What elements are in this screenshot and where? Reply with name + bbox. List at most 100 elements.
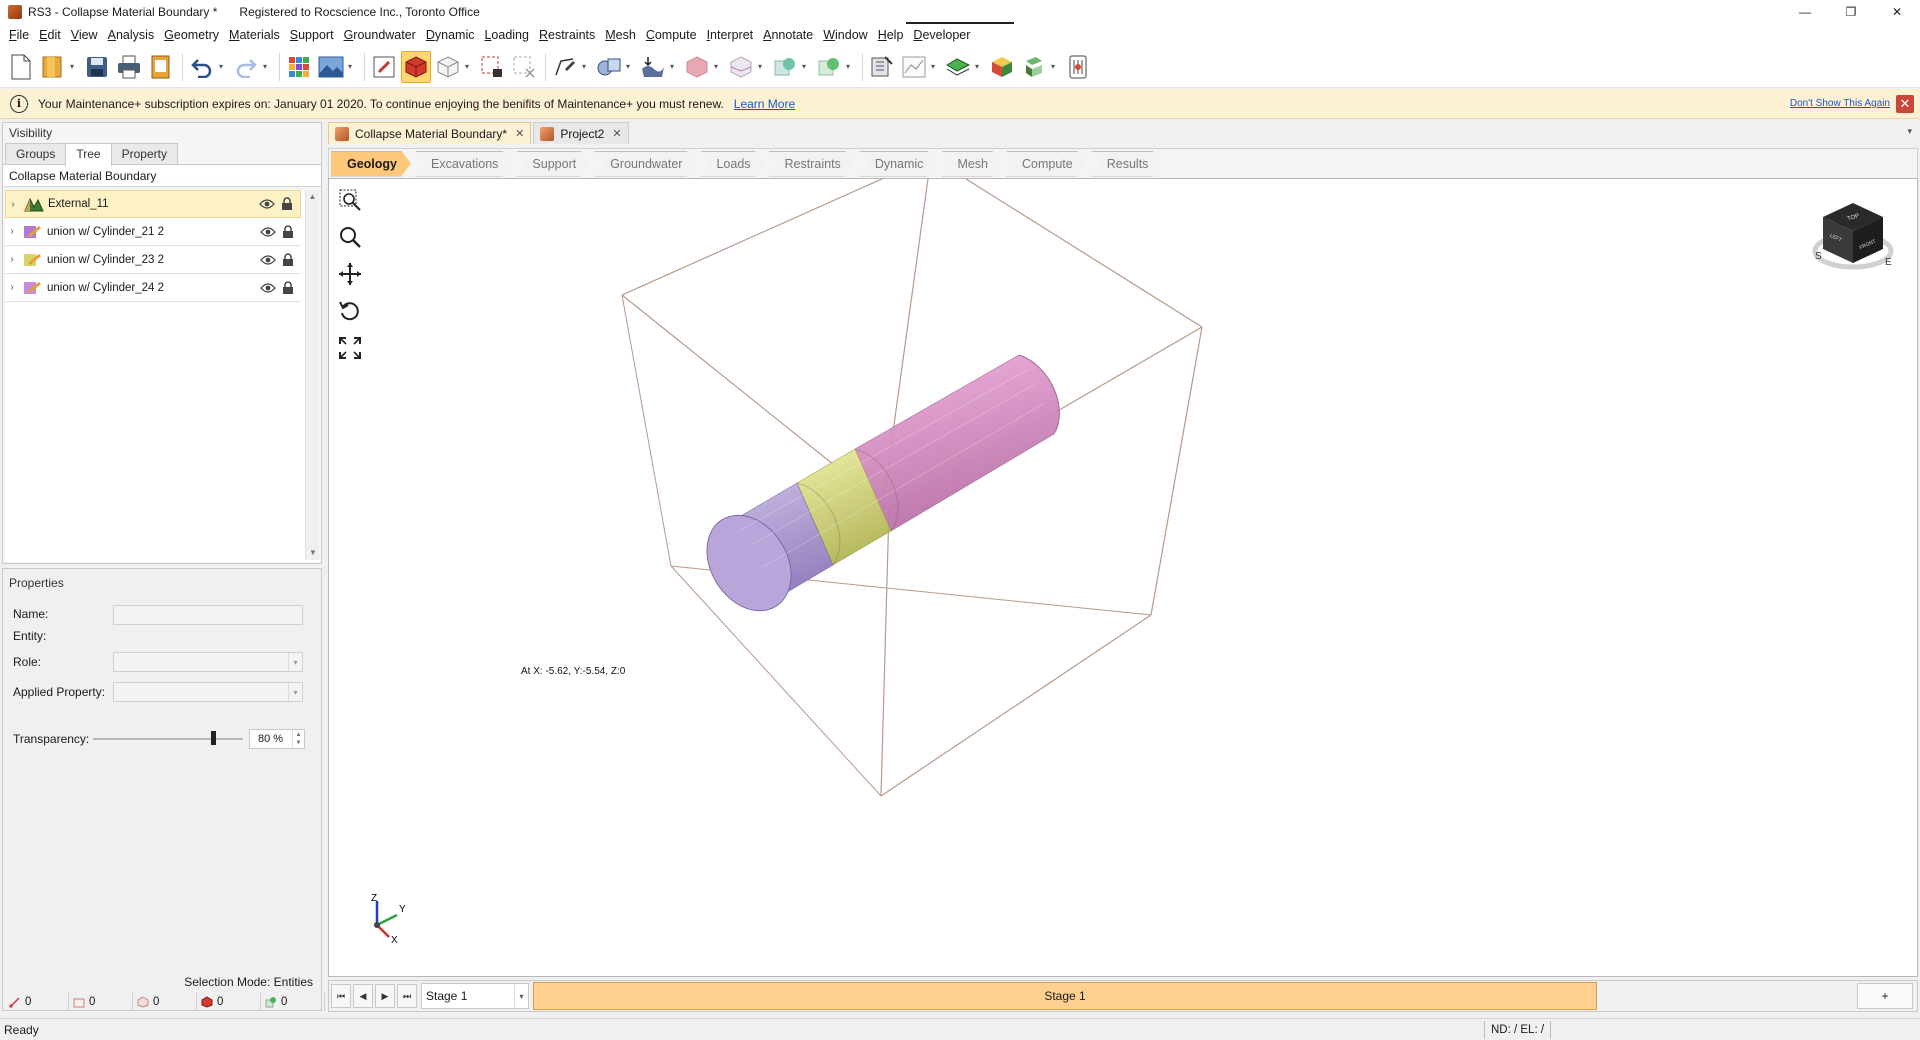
workflow-step-mesh[interactable]: Mesh: [941, 151, 1002, 177]
stages-dropdown-icon[interactable]: ▾: [1051, 62, 1059, 71]
menu-annotate[interactable]: Annotate: [758, 24, 818, 46]
role-select[interactable]: ▾: [113, 652, 303, 672]
menu-edit[interactable]: Edit: [34, 24, 66, 46]
select-volumes-button[interactable]: [401, 50, 431, 83]
3d-viewport[interactable]: At X: -5.62, Y:-5.54, Z:0 Z Y X TOP FRON…: [328, 178, 1918, 977]
redo-dropdown-icon[interactable]: ▾: [263, 62, 271, 71]
lock-selection-button[interactable]: [477, 51, 507, 83]
menu-geometry[interactable]: Geometry: [159, 24, 224, 46]
doc-tab-project2[interactable]: Project2 ✕: [533, 122, 629, 144]
minimize-button[interactable]: —: [1782, 0, 1828, 24]
menu-compute[interactable]: Compute: [641, 24, 702, 46]
menu-developer[interactable]: Developer: [908, 24, 975, 46]
excavation-dropdown-icon[interactable]: ▾: [802, 62, 810, 71]
tab-groups[interactable]: Groups: [5, 143, 67, 164]
menu-loading[interactable]: Loading: [479, 24, 534, 46]
tab-tree[interactable]: Tree: [65, 143, 112, 166]
menu-view[interactable]: View: [66, 24, 103, 46]
new-file-button[interactable]: [6, 51, 36, 83]
cylinder-segment-pink[interactable]: [854, 354, 1060, 532]
close-notification-icon[interactable]: ✕: [1896, 95, 1914, 113]
save-button[interactable]: [82, 51, 112, 83]
display-dropdown-icon[interactable]: ▾: [348, 62, 356, 71]
define-stages-button[interactable]: [1019, 51, 1049, 83]
support-dropdown-icon[interactable]: ▾: [846, 62, 854, 71]
previous-stage-button[interactable]: ◀: [353, 984, 373, 1008]
scroll-down-icon[interactable]: ▼: [306, 546, 320, 560]
draw-tool-button[interactable]: [550, 51, 580, 83]
tree-item-external-11[interactable]: › External_11: [5, 190, 301, 218]
workflow-step-results[interactable]: Results: [1091, 151, 1163, 177]
add-support-button[interactable]: [814, 51, 844, 83]
material-editor-button[interactable]: [943, 51, 973, 83]
name-field[interactable]: [113, 605, 303, 625]
scroll-up-icon[interactable]: ▲: [306, 190, 319, 204]
select-tool-button[interactable]: [369, 51, 399, 83]
tunnel-cylinder[interactable]: [690, 354, 1060, 626]
rotate-button[interactable]: [335, 296, 365, 326]
last-stage-button[interactable]: ⏭: [397, 984, 417, 1008]
expand-chevron-icon[interactable]: ›: [5, 254, 19, 265]
menu-file[interactable]: File: [4, 24, 34, 46]
chevron-down-icon[interactable]: ▾: [288, 653, 302, 671]
display-options-button[interactable]: [316, 51, 346, 83]
workflow-step-support[interactable]: Support: [516, 151, 590, 177]
slice-dropdown-icon[interactable]: ▾: [758, 62, 766, 71]
add-excavation-button[interactable]: [770, 51, 800, 83]
import-geometry-button[interactable]: [638, 51, 668, 83]
workflow-step-geology[interactable]: Geology: [331, 151, 411, 177]
chevron-down-icon[interactable]: ▾: [514, 984, 528, 1008]
menu-window[interactable]: Window: [818, 24, 872, 46]
dont-show-again-link[interactable]: Don't Show This Again: [1790, 98, 1890, 109]
workflow-step-dynamic[interactable]: Dynamic: [859, 151, 938, 177]
workflow-step-compute[interactable]: Compute: [1006, 151, 1087, 177]
compute-button[interactable]: [1063, 51, 1093, 83]
add-slice-button[interactable]: [726, 51, 756, 83]
menu-groundwater[interactable]: Groundwater: [339, 24, 421, 46]
workflow-step-restraints[interactable]: Restraints: [769, 151, 855, 177]
report-button[interactable]: [146, 51, 176, 83]
stage-select[interactable]: Stage 1 ▾: [421, 983, 529, 1009]
learn-more-link[interactable]: Learn More: [734, 97, 795, 111]
assign-properties-button[interactable]: [987, 51, 1017, 83]
mesh-setup-button[interactable]: [867, 51, 897, 83]
chart-button[interactable]: [899, 51, 929, 83]
open-file-button[interactable]: [38, 51, 68, 83]
menu-materials[interactable]: Materials: [224, 24, 285, 46]
tab-property[interactable]: Property: [110, 143, 178, 164]
draw-dropdown-icon[interactable]: ▾: [582, 62, 590, 71]
workflow-step-excavations[interactable]: Excavations: [415, 151, 512, 177]
chevron-down-icon[interactable]: ▾: [288, 683, 302, 701]
zoom-extents-button[interactable]: [335, 333, 365, 363]
pan-button[interactable]: [335, 259, 365, 289]
current-stage-tab[interactable]: Stage 1: [533, 982, 1597, 1010]
add-stage-button[interactable]: +: [1857, 983, 1913, 1009]
eye-icon[interactable]: [258, 198, 276, 210]
redo-button[interactable]: [231, 51, 261, 83]
boolean-dropdown-icon[interactable]: ▾: [626, 62, 634, 71]
tree-item-union-cylinder-24[interactable]: › union w/ Cylinder_24 2: [5, 274, 301, 302]
menu-support[interactable]: Support: [285, 24, 339, 46]
transparency-slider-thumb[interactable]: [210, 731, 216, 745]
transparency-spinbox[interactable]: 80 % ▲ ▼: [249, 729, 305, 749]
tree-scrollbar[interactable]: ▲ ▼: [305, 190, 319, 560]
select-dropdown-icon[interactable]: ▾: [465, 62, 473, 71]
transparency-slider-track[interactable]: [93, 738, 243, 740]
tree-item-union-cylinder-23[interactable]: › union w/ Cylinder_23 2: [5, 246, 301, 274]
tree-item-union-cylinder-21[interactable]: › union w/ Cylinder_21 2: [5, 218, 301, 246]
open-dropdown-icon[interactable]: ▾: [70, 62, 78, 71]
menu-interpret[interactable]: Interpret: [702, 24, 759, 46]
view-cube[interactable]: TOP FRONT LEFT S E: [1809, 199, 1899, 279]
undo-button[interactable]: [187, 51, 217, 83]
lock-icon[interactable]: [281, 252, 295, 267]
eye-icon[interactable]: [259, 282, 277, 294]
import-dropdown-icon[interactable]: ▾: [670, 62, 678, 71]
boolean-tool-button[interactable]: [594, 51, 624, 83]
extrude-dropdown-icon[interactable]: ▾: [714, 62, 722, 71]
first-stage-button[interactable]: ⏮: [331, 984, 351, 1008]
zoom-window-button[interactable]: [335, 185, 365, 215]
lock-icon[interactable]: [281, 224, 295, 239]
eye-icon[interactable]: [259, 226, 277, 238]
workflow-step-loads[interactable]: Loads: [700, 151, 764, 177]
menu-mesh[interactable]: Mesh: [600, 24, 641, 46]
